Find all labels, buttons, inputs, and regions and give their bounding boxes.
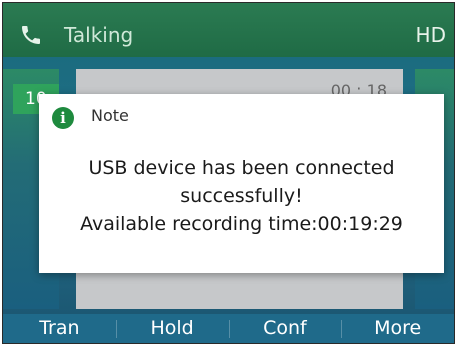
message-line: USB device has been connected	[88, 157, 395, 179]
dialog-message: USB device has been connected successful…	[39, 154, 444, 238]
phone-icon	[22, 26, 40, 44]
softkey-hold[interactable]: Hold	[115, 314, 229, 343]
dialog-title: Note	[91, 106, 129, 125]
phone-screen: Talking HD 10 00 : 18 Tran Hold Conf Mor…	[2, 2, 455, 344]
softkey-conf[interactable]: Conf	[228, 314, 342, 343]
dialog-header: i Note	[39, 94, 444, 136]
status-bar: Talking HD	[3, 3, 454, 57]
message-line: Available recording time:00:19:29	[80, 213, 403, 235]
call-status-text: Talking	[64, 23, 134, 47]
softkey-bar: Tran Hold Conf More	[3, 314, 454, 343]
note-dialog[interactable]: i Note USB device has been connected suc…	[39, 94, 444, 273]
hd-indicator: HD	[415, 23, 446, 47]
softkey-more[interactable]: More	[341, 314, 454, 343]
message-line: successfully!	[180, 185, 303, 207]
info-icon: i	[52, 107, 74, 129]
softkey-tran[interactable]: Tran	[3, 314, 116, 343]
